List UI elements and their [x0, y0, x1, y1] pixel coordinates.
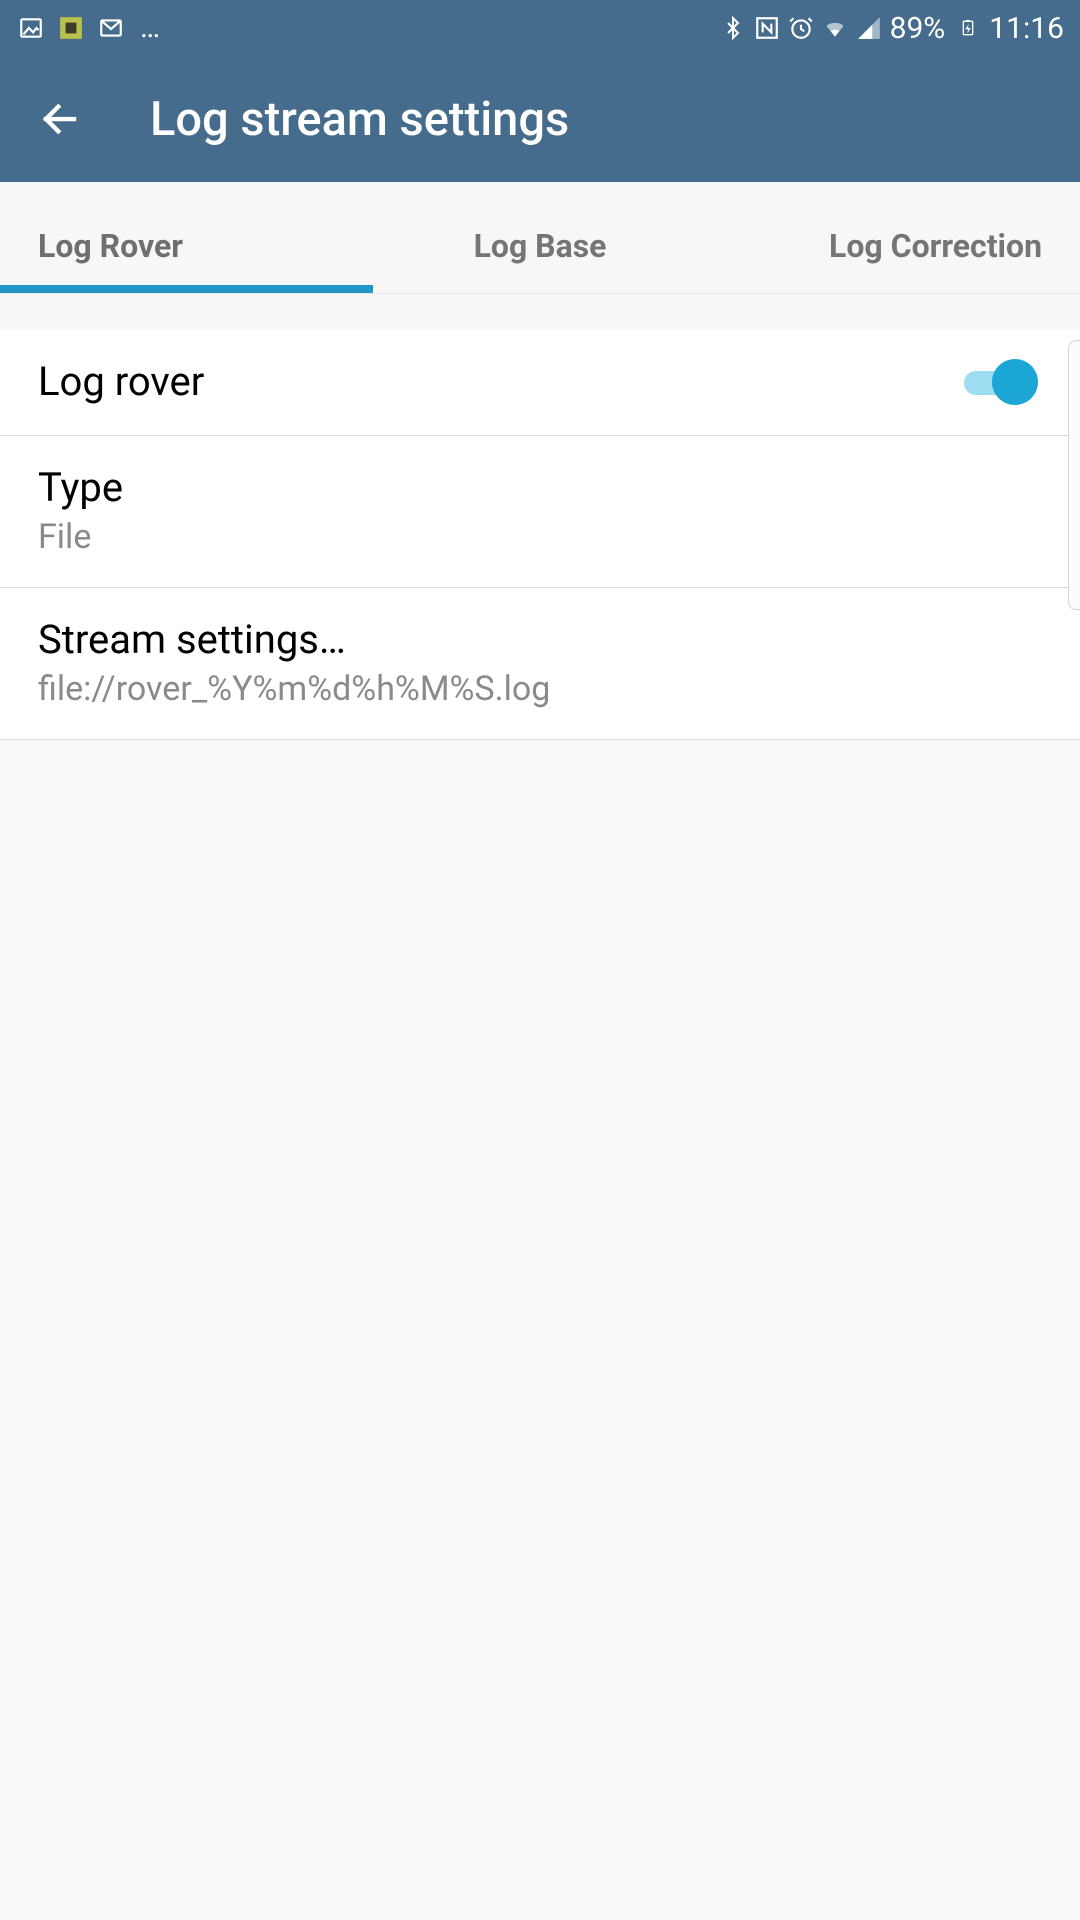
tab-bar: Log Rover Log Base Log Correction	[0, 182, 1080, 294]
setting-title: Stream settings…	[38, 616, 346, 663]
tab-log-base[interactable]: Log Base	[373, 227, 708, 293]
bluetooth-icon	[720, 15, 746, 41]
status-bar-left-icons: …	[18, 15, 164, 41]
app-notification-icon	[58, 15, 84, 41]
clock-text: 11:16	[989, 11, 1064, 46]
nfc-icon	[754, 15, 780, 41]
signal-icon	[856, 15, 882, 41]
gallery-notification-icon	[18, 15, 44, 41]
tab-log-rover[interactable]: Log Rover	[0, 227, 373, 293]
setting-value: File	[38, 517, 91, 557]
setting-log-rover-toggle[interactable]: Log rover	[0, 330, 1080, 436]
app-bar: Log stream settings	[0, 56, 1080, 182]
status-bar: … 89% 11:16	[0, 0, 1080, 56]
battery-charging-icon	[955, 15, 981, 41]
alarm-icon	[788, 15, 814, 41]
back-button[interactable]	[36, 95, 84, 143]
setting-value: file://rover_%Y%m%d%h%M%S.log	[38, 669, 550, 709]
log-rover-switch[interactable]	[964, 359, 1038, 405]
battery-percentage-text: 89%	[890, 11, 946, 46]
tab-label: Log Correction	[829, 227, 1042, 265]
tab-log-correction[interactable]: Log Correction	[707, 227, 1080, 293]
page-title: Log stream settings	[150, 92, 569, 147]
section-spacer	[0, 294, 1080, 330]
tab-label: Log Rover	[38, 227, 183, 265]
status-bar-right-icons: 89% 11:16	[720, 11, 1064, 46]
setting-title: Log rover	[38, 358, 204, 405]
tab-label: Log Base	[474, 227, 607, 265]
settings-list: Log rover Type File Stream settings… fil…	[0, 294, 1080, 740]
more-notifications-icon: …	[138, 15, 164, 41]
setting-type[interactable]: Type File	[0, 436, 1080, 588]
wifi-icon	[822, 15, 848, 41]
scroll-indicator[interactable]	[1068, 340, 1080, 610]
setting-title: Type	[38, 464, 123, 511]
setting-stream[interactable]: Stream settings… file://rover_%Y%m%d%h%M…	[0, 588, 1080, 740]
gmail-notification-icon	[98, 15, 124, 41]
